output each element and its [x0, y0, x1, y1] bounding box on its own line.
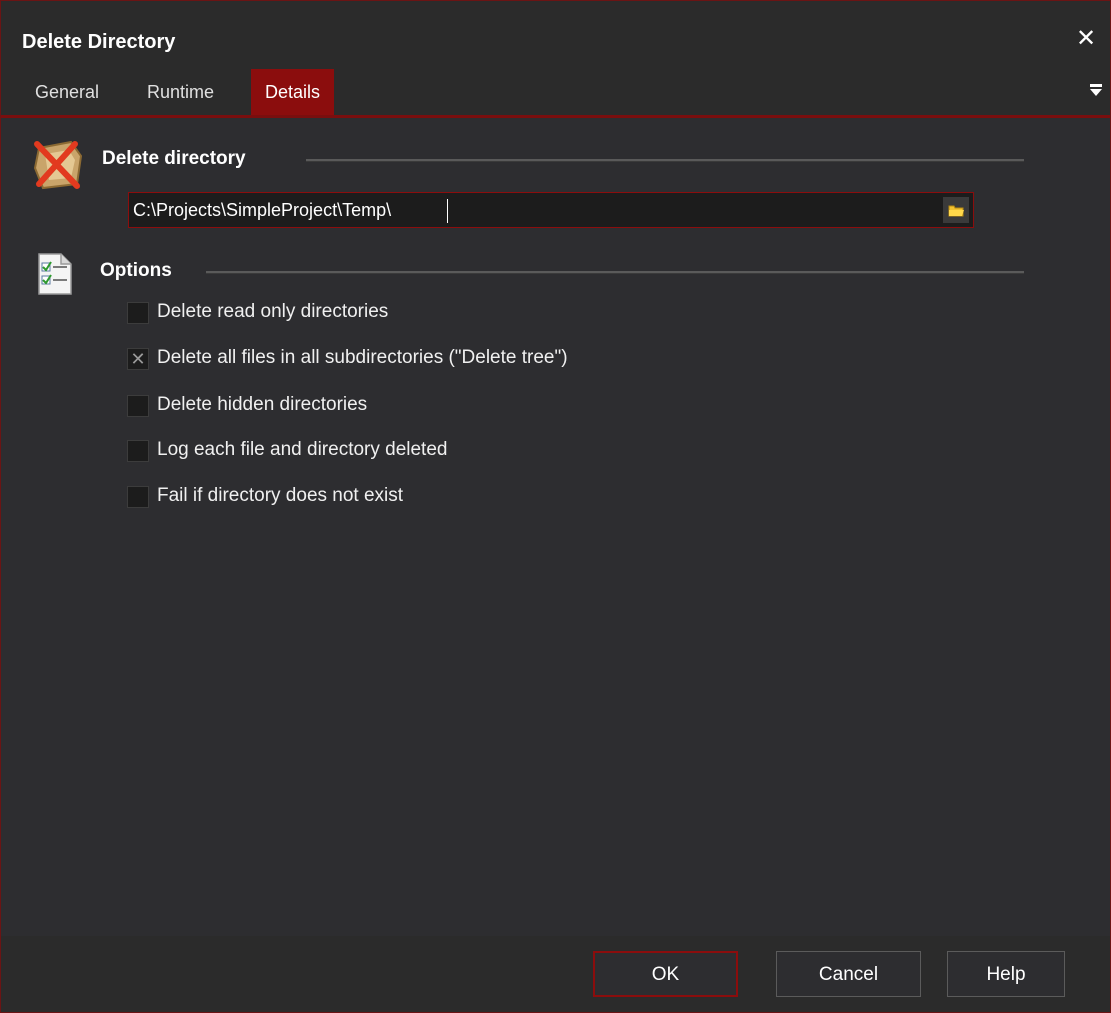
option-label: Delete hidden directories	[157, 394, 368, 415]
option-label: Delete all files in all subdirectories (…	[157, 347, 568, 368]
cancel-button[interactable]: Cancel	[776, 951, 921, 997]
checkbox[interactable]	[127, 486, 149, 508]
details-panel: Delete directory C:\Projects\SimpleProje…	[1, 118, 1110, 936]
section-divider	[306, 159, 1024, 162]
tab-bar: General Runtime Details	[1, 69, 1110, 118]
option-label: Delete read only directories	[157, 301, 389, 322]
dialog-window: Delete Directory ✕ General Runtime Detai…	[0, 0, 1111, 1013]
menu-bar-icon	[1090, 84, 1102, 87]
browse-folder-button[interactable]	[943, 197, 969, 223]
checklist-icon	[37, 252, 73, 301]
tab-runtime[interactable]: Runtime	[133, 69, 228, 115]
checkbox[interactable]	[127, 302, 149, 324]
checkbox[interactable]	[127, 440, 149, 462]
folder-icon	[943, 197, 969, 223]
section-divider	[206, 271, 1024, 274]
checkbox-checked[interactable]: ✕	[127, 348, 149, 370]
dialog-title: Delete Directory	[22, 31, 176, 53]
close-icon: ✕	[1075, 25, 1097, 52]
options-heading: Options	[100, 260, 172, 281]
tab-details[interactable]: Details	[251, 69, 335, 115]
directory-path-input[interactable]	[133, 196, 933, 224]
tab-general[interactable]: General	[21, 69, 113, 115]
check-x-icon: ✕	[130, 349, 146, 369]
delete-directory-heading: Delete directory	[102, 148, 246, 169]
help-button[interactable]: Help	[947, 951, 1065, 997]
delete-folder-icon	[31, 138, 85, 197]
directory-path-field[interactable]	[128, 192, 974, 228]
close-button[interactable]: ✕	[1074, 27, 1098, 51]
tab-overflow-menu-button[interactable]	[1090, 81, 1104, 99]
dialog-footer: OK Cancel Help	[1, 936, 1110, 1012]
option-label: Log each file and directory deleted	[157, 439, 448, 460]
option-label: Fail if directory does not exist	[157, 485, 404, 506]
text-caret	[447, 199, 448, 223]
title-bar: Delete Directory ✕	[1, 1, 1110, 69]
ok-button[interactable]: OK	[593, 951, 738, 997]
checkbox[interactable]	[127, 395, 149, 417]
chevron-down-icon	[1090, 89, 1102, 96]
